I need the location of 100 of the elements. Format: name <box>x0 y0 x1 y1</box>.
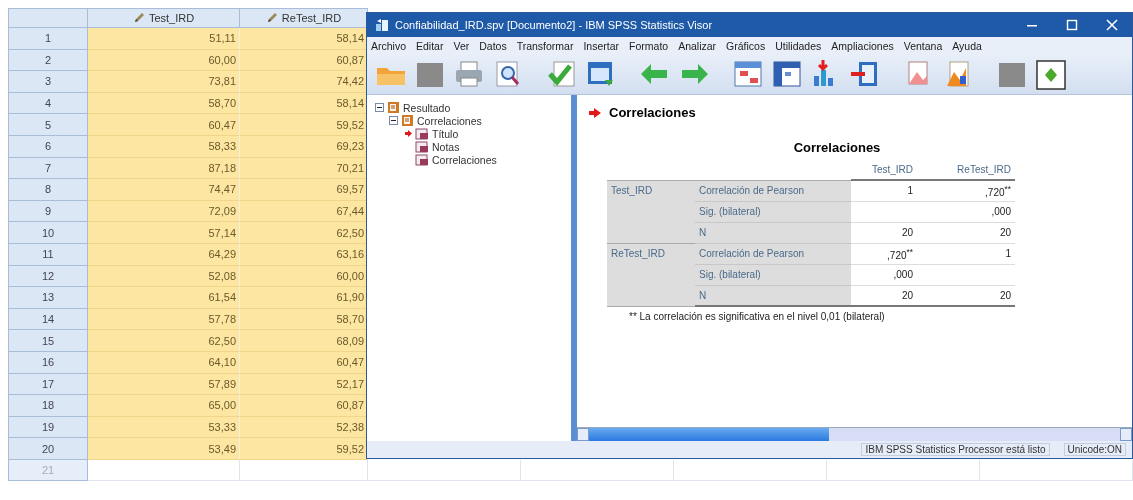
column-name: ReTest_IRD <box>281 12 342 24</box>
column-header: Test_IRD <box>851 159 917 180</box>
status-text: IBM SPSS Statistics Processor está listo <box>861 443 1050 456</box>
pencil-icon <box>132 12 145 24</box>
horizontal-scrollbar[interactable] <box>577 427 1132 441</box>
grid-icon[interactable] <box>771 58 803 90</box>
scroll-right-icon[interactable] <box>1120 428 1132 441</box>
table-cell[interactable]: 60,87 <box>240 395 368 417</box>
menu-item[interactable]: Datos <box>479 39 507 52</box>
row-number[interactable]: 1 <box>8 28 88 50</box>
scroll-thumb[interactable] <box>589 428 829 441</box>
row-number[interactable]: 6 <box>8 135 88 158</box>
row-number[interactable]: 16 <box>8 351 88 374</box>
page-icon <box>415 140 429 153</box>
table-cell[interactable] <box>674 459 827 482</box>
outline-item[interactable]: Título <box>432 127 459 140</box>
row-number[interactable]: 19 <box>8 416 88 439</box>
table-cell[interactable]: 57,89 <box>88 373 240 396</box>
grid-icon[interactable] <box>732 58 764 90</box>
row-number[interactable]: 10 <box>8 222 88 244</box>
row-number[interactable]: 4 <box>8 92 88 115</box>
collapse-icon[interactable] <box>389 116 398 125</box>
scroll-left-icon[interactable] <box>577 428 589 441</box>
table-cell[interactable]: 73,81 <box>88 71 240 93</box>
menu-item[interactable]: Ampliaciones <box>831 39 894 52</box>
row-number[interactable]: 9 <box>8 200 88 223</box>
menu-item[interactable]: Ver <box>453 39 470 52</box>
menu-item[interactable]: Utilidades <box>775 39 822 52</box>
row-number[interactable]: 13 <box>8 287 88 309</box>
table-cell[interactable]: 59,52 <box>240 114 368 136</box>
menu-item[interactable]: Insertar <box>583 39 620 52</box>
row-number[interactable]: 18 <box>8 395 88 417</box>
menu-item[interactable]: Ventana <box>903 39 943 52</box>
table-cell[interactable]: 87,18 <box>88 157 240 180</box>
table-cell[interactable]: 58,14 <box>240 28 368 50</box>
table-cell[interactable]: 64,29 <box>88 243 240 266</box>
column-name: Test_IRD <box>148 12 195 24</box>
table-cell[interactable]: 53,49 <box>88 438 240 460</box>
table-cell[interactable]: 62,50 <box>240 222 368 244</box>
row-number[interactable]: 2 <box>8 49 88 72</box>
table-cell[interactable] <box>240 459 368 482</box>
menu-item[interactable]: Transformar <box>516 39 574 52</box>
table-cell[interactable]: 59,52 <box>240 438 368 460</box>
menu-item[interactable]: Formato <box>629 39 669 52</box>
table-cell[interactable]: 61,90 <box>240 287 368 309</box>
table-cell[interactable] <box>827 459 980 482</box>
outline-item[interactable]: Notas <box>432 140 460 153</box>
table-cell[interactable]: 74,47 <box>88 179 240 201</box>
menu-item[interactable]: Ayuda <box>952 39 982 52</box>
outline-item[interactable]: Correlaciones <box>432 153 497 166</box>
table-cell[interactable]: 53,33 <box>88 416 240 439</box>
table-cell[interactable]: 68,09 <box>240 330 368 352</box>
table-cell[interactable]: 69,57 <box>240 179 368 201</box>
outline-item[interactable]: Correlaciones <box>417 114 482 127</box>
column-header[interactable]: Test_IRD <box>88 8 240 28</box>
row-number[interactable]: 7 <box>8 157 88 180</box>
table-cell[interactable]: 58,70 <box>88 92 240 115</box>
row-number[interactable]: 17 <box>8 373 88 396</box>
table-cell[interactable]: 74,42 <box>240 71 368 93</box>
menu-item[interactable]: Analizar <box>678 39 717 52</box>
corner-cell[interactable] <box>8 8 88 28</box>
row-number[interactable]: 20 <box>8 438 88 460</box>
menu-item[interactable]: Editar <box>416 39 444 52</box>
table-cell[interactable]: 57,14 <box>88 222 240 244</box>
table-cell[interactable]: 60,47 <box>88 114 240 136</box>
row-number[interactable]: 8 <box>8 179 88 201</box>
menu-item[interactable]: Gráficos <box>726 39 766 52</box>
column-header: ReTest_IRD <box>917 159 1015 180</box>
table-cell[interactable]: 58,33 <box>88 135 240 158</box>
column-header[interactable]: ReTest_IRD <box>240 8 368 28</box>
table-cell[interactable] <box>88 459 240 482</box>
table-cell: ,000 <box>991 206 1011 217</box>
output-heading: Correlaciones <box>609 105 696 120</box>
row-number[interactable]: 15 <box>8 330 88 352</box>
table-cell[interactable]: 57,78 <box>88 308 240 331</box>
table-cell: ,720$^{**}$ <box>887 249 913 261</box>
table-cell[interactable] <box>521 459 674 482</box>
row-number[interactable]: 5 <box>8 114 88 136</box>
row-number[interactable]: 14 <box>8 308 88 331</box>
status-text: Unicode:ON <box>1063 443 1126 456</box>
menu-item[interactable]: Archivo <box>371 39 406 52</box>
row-number[interactable]: 11 <box>8 243 88 266</box>
row-number[interactable]: 12 <box>8 265 88 288</box>
row-label: N <box>695 222 851 243</box>
table-cell[interactable]: 65,00 <box>88 395 240 417</box>
table-cell[interactable]: 61,54 <box>88 287 240 309</box>
table-cell[interactable]: 52,08 <box>88 265 240 288</box>
table-cell[interactable]: 60,00 <box>88 49 240 72</box>
printer-icon[interactable] <box>453 58 485 90</box>
table-cell[interactable]: 51,11 <box>88 28 240 50</box>
table-cell: 20 <box>901 289 913 301</box>
table-cell[interactable] <box>368 459 521 482</box>
outline-item[interactable]: Resultado <box>403 101 451 114</box>
table-cell[interactable] <box>980 459 1133 482</box>
table-cell[interactable]: 62,50 <box>88 330 240 352</box>
table-cell[interactable]: 64,10 <box>88 351 240 374</box>
row-number[interactable]: 3 <box>8 71 88 93</box>
document-check-icon[interactable] <box>546 58 578 90</box>
collapse-icon[interactable] <box>375 103 384 112</box>
table-cell[interactable]: 72,09 <box>88 200 240 223</box>
